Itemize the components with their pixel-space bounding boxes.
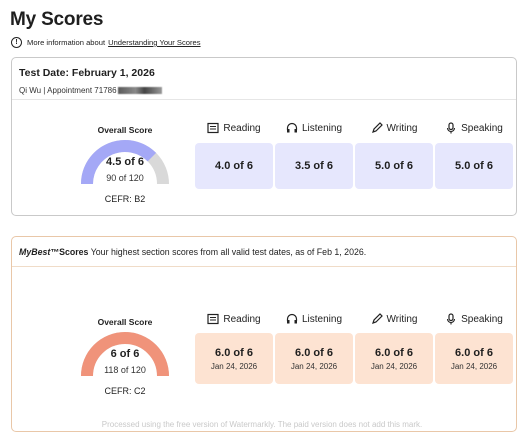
skill-heading-writing: Writing: [355, 122, 433, 134]
understanding-scores-link[interactable]: Understanding Your Scores: [108, 38, 200, 47]
pencil-icon: [371, 122, 383, 133]
book-icon: [207, 122, 219, 134]
skill-heading-speaking: Speaking: [435, 313, 513, 325]
tile-date: Jan 24, 2026: [370, 361, 418, 371]
watermark-notice: Processed using the free version of Wate…: [101, 420, 423, 429]
skill-label: Writing: [386, 122, 418, 134]
score-tile-reading: 4.0 of 6: [195, 143, 273, 189]
mybest-tile-reading: 6.0 of 6 Jan 24, 2026: [195, 333, 273, 384]
skill-heading-reading: Reading: [195, 313, 273, 325]
tile-date: Jan 24, 2026: [210, 361, 258, 371]
mybest-tile-listening: 6.0 of 6 Jan 24, 2026: [275, 333, 353, 384]
tile-band: 3.5 of 6: [295, 160, 333, 172]
info-text: More information about: [27, 38, 106, 47]
test-score-card: Test Date: February 1, 2026 Qi Wu | Appo…: [11, 57, 517, 216]
skill-label: Reading: [223, 313, 261, 325]
candidate-info: Qi Wu | Appointment 71786: [19, 86, 162, 95]
tile-band: 6.0 of 6: [375, 346, 413, 359]
cefr-level: CEFR: B2: [104, 194, 146, 204]
skill-label: Speaking: [461, 313, 503, 325]
tile-band: 5.0 of 6: [375, 160, 413, 172]
overall-raw: 90 of 120: [106, 173, 144, 183]
score-tile-listening: 3.5 of 6: [275, 143, 353, 189]
skill-heading-speaking: Speaking: [435, 122, 513, 134]
microphone-icon: [447, 313, 456, 325]
mybest-overall-gauge: 6 of 6 118 of 120: [77, 330, 173, 380]
mybest-tile-writing: 6.0 of 6 Jan 24, 2026: [355, 333, 433, 384]
tile-band: 5.0 of 6: [455, 160, 493, 172]
mybest-brand: MyBest™: [19, 247, 60, 257]
overall-band: 6 of 6: [110, 348, 140, 360]
cefr-level: CEFR: C2: [104, 386, 146, 396]
tile-band: 6.0 of 6: [455, 346, 493, 359]
overall-score-label: Overall Score: [97, 317, 153, 327]
mybest-tile-speaking: 6.0 of 6 Jan 24, 2026: [435, 333, 513, 384]
mybest-score-card: MyBest™Scores Your highest section score…: [11, 236, 517, 432]
skill-heading-listening: Listening: [275, 313, 353, 325]
skill-heading-writing: Writing: [355, 313, 433, 325]
mybest-overall-block: Overall Score 6 of 6 118 of 120 CEFR: C2: [70, 317, 180, 396]
tile-band: 4.0 of 6: [215, 160, 253, 172]
headphones-icon: [286, 313, 298, 324]
score-tile-speaking: 5.0 of 6: [435, 143, 513, 189]
tile-band: 6.0 of 6: [215, 346, 253, 359]
candidate-text: Qi Wu | Appointment 71786: [19, 86, 117, 95]
info-icon: !: [11, 37, 22, 48]
skill-label: Writing: [386, 313, 418, 325]
info-row: ! More information about Understanding Y…: [11, 37, 201, 48]
microphone-icon: [447, 122, 456, 134]
headphones-icon: [286, 122, 298, 133]
skill-heading-reading: Reading: [195, 122, 273, 134]
overall-band: 4.5 of 6: [106, 156, 144, 168]
skill-heading-listening: Listening: [275, 122, 353, 134]
test-date: Test Date: February 1, 2026: [19, 67, 155, 79]
overall-score-gauge: 4.5 of 6 90 of 120: [77, 138, 173, 188]
tile-band: 6.0 of 6: [295, 346, 333, 359]
overall-score-block: Overall Score 4.5 of 6 90 of 120 CEFR: B…: [70, 125, 180, 204]
mybest-brand-suffix: Scores: [59, 247, 89, 257]
score-tile-writing: 5.0 of 6: [355, 143, 433, 189]
pencil-icon: [371, 313, 383, 324]
skill-label: Listening: [301, 313, 343, 325]
mybest-header: MyBest™Scores Your highest section score…: [19, 247, 366, 257]
overall-raw: 118 of 120: [104, 365, 146, 375]
divider: [12, 99, 516, 100]
skill-label: Reading: [223, 122, 261, 134]
page-title: My Scores: [10, 9, 104, 30]
skill-label: Speaking: [461, 122, 503, 134]
book-icon: [207, 313, 219, 325]
redacted-mark: [117, 87, 162, 95]
tile-date: Jan 24, 2026: [450, 361, 498, 371]
overall-score-label: Overall Score: [97, 125, 153, 135]
skill-label: Listening: [301, 122, 343, 134]
divider: [12, 266, 516, 267]
mybest-description: Your highest section scores from all val…: [90, 247, 367, 257]
tile-date: Jan 24, 2026: [290, 361, 338, 371]
